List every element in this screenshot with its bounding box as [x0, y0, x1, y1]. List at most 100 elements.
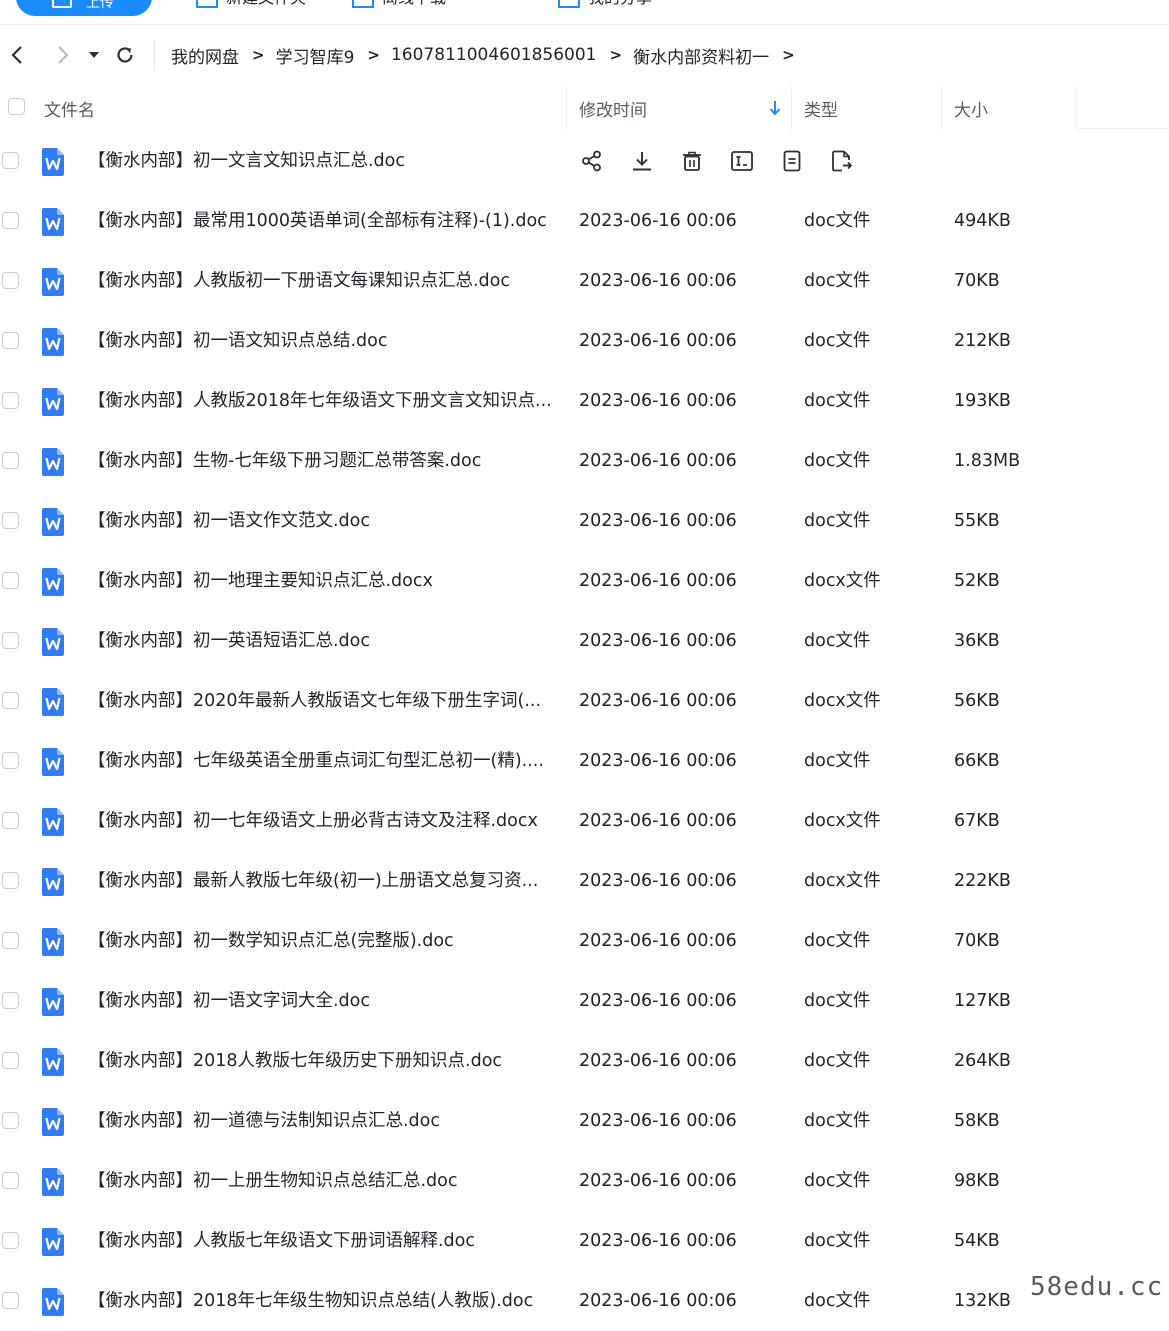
file-row[interactable]: 【衡水内部】初一语文字词大全.doc 2023-06-16 00:06 doc文件 1…: [0, 971, 1169, 1031]
file-name[interactable]: 【衡水内部】七年级英语全册重点词汇句型汇总初一(精)....: [88, 731, 544, 791]
file-type: docx文件: [804, 871, 881, 891]
file-name[interactable]: 【衡水内部】初一道德与法制知识点汇总.doc: [88, 1091, 440, 1151]
column-name[interactable]: 文件名: [44, 86, 95, 130]
column-type[interactable]: 类型: [804, 86, 838, 130]
file-size: 58KB: [954, 1111, 1000, 1131]
row-checkbox[interactable]: [2, 272, 19, 289]
row-checkbox[interactable]: [2, 332, 19, 349]
file-name[interactable]: 【衡水内部】初一语文作文范文.doc: [88, 491, 370, 551]
file-row[interactable]: 【衡水内部】人教版2018年七年级语文下册文言文知识点... 2023-06-16…: [0, 371, 1169, 431]
back-button[interactable]: [2, 45, 32, 65]
download-button[interactable]: [629, 148, 655, 174]
file-row[interactable]: 【衡水内部】初一数学知识点汇总(完整版).doc 2023-06-16 00:06…: [0, 911, 1169, 971]
word-doc-icon: [40, 1287, 66, 1317]
column-divider[interactable]: [791, 86, 792, 130]
file-row[interactable]: 【衡水内部】2018人教版七年级历史下册知识点.doc 2023-06-16 00…: [0, 1031, 1169, 1091]
file-name[interactable]: 【衡水内部】初一上册生物知识点总结汇总.doc: [88, 1151, 458, 1211]
row-checkbox[interactable]: [2, 1112, 19, 1129]
column-size[interactable]: 大小: [954, 86, 988, 130]
row-checkbox[interactable]: [2, 452, 19, 469]
file-mtime: 2023-06-16 00:06: [579, 211, 737, 231]
breadcrumb-item-id[interactable]: 1607811004601856001: [391, 45, 597, 65]
row-checkbox[interactable]: [2, 212, 19, 229]
row-checkbox[interactable]: [2, 1052, 19, 1069]
row-checkbox[interactable]: [2, 1292, 19, 1309]
column-mtime[interactable]: 修改时间: [579, 86, 785, 130]
file-name[interactable]: 【衡水内部】初一英语短语汇总.doc: [88, 611, 370, 671]
file-name[interactable]: 【衡水内部】2020年最新人教版语文七年级下册生字词(...: [88, 671, 541, 731]
file-name[interactable]: 【衡水内部】人教版2018年七年级语文下册文言文知识点...: [88, 371, 552, 431]
file-name[interactable]: 【衡水内部】2018年七年级生物知识点总结(人教版).doc: [88, 1271, 533, 1331]
file-row[interactable]: 【衡水内部】初一道德与法制知识点汇总.doc 2023-06-16 00:06 do…: [0, 1091, 1169, 1151]
file-row[interactable]: 【衡水内部】初一上册生物知识点总结汇总.doc 2023-06-16 00:06 d…: [0, 1151, 1169, 1211]
file-mtime: 2023-06-16 00:06: [579, 1171, 737, 1191]
file-name[interactable]: 【衡水内部】2018人教版七年级历史下册知识点.doc: [88, 1031, 502, 1091]
row-checkbox[interactable]: [2, 392, 19, 409]
file-name[interactable]: 【衡水内部】人教版七年级语文下册词语解释.doc: [88, 1211, 475, 1271]
my-share-button[interactable]: 我的分享: [558, 0, 652, 8]
file-size: 70KB: [954, 271, 1000, 291]
file-type: doc文件: [804, 1111, 871, 1131]
row-checkbox[interactable]: [2, 812, 19, 829]
file-row[interactable]: 【衡水内部】初一地理主要知识点汇总.docx 2023-06-16 00:06 do…: [0, 551, 1169, 611]
row-checkbox[interactable]: [2, 632, 19, 649]
row-checkbox[interactable]: [2, 872, 19, 889]
file-row[interactable]: 【衡水内部】初一语文作文范文.doc 2023-06-16 00:06 doc文件 5…: [0, 491, 1169, 551]
file-name[interactable]: 【衡水内部】初一数学知识点汇总(完整版).doc: [88, 911, 454, 971]
row-checkbox[interactable]: [2, 512, 19, 529]
share-button[interactable]: [579, 148, 605, 174]
file-name[interactable]: 【衡水内部】初一语文字词大全.doc: [88, 971, 370, 1031]
select-all-checkbox[interactable]: [8, 98, 25, 115]
file-name[interactable]: 【衡水内部】初一地理主要知识点汇总.docx: [88, 551, 433, 611]
file-row[interactable]: 【衡水内部】最常用1000英语单词(全部标有注释)-(1).doc 2023-06…: [0, 191, 1169, 251]
breadcrumb-item-root[interactable]: 我的网盘: [171, 43, 239, 68]
file-name[interactable]: 【衡水内部】初一文言文知识点汇总.doc: [88, 131, 405, 191]
history-dropdown[interactable]: [84, 51, 104, 59]
file-size: 67KB: [954, 811, 1000, 831]
file-row[interactable]: 【衡水内部】2018年七年级生物知识点总结(人教版).doc 2023-06-16…: [0, 1271, 1169, 1331]
row-checkbox[interactable]: [2, 1232, 19, 1249]
column-divider[interactable]: [566, 86, 567, 130]
file-row[interactable]: 【衡水内部】初一语文知识点总结.doc 2023-06-16 00:06 doc文件…: [0, 311, 1169, 371]
file-name[interactable]: 【衡水内部】最常用1000英语单词(全部标有注释)-(1).doc: [88, 191, 547, 251]
my-share-label: 我的分享: [588, 0, 652, 8]
file-mtime: 2023-06-16 00:06: [579, 991, 737, 1011]
upload-button[interactable]: 上传: [16, 0, 152, 16]
row-checkbox[interactable]: [2, 992, 19, 1009]
column-divider[interactable]: [1076, 86, 1077, 130]
row-checkbox[interactable]: [2, 152, 19, 169]
file-name[interactable]: 【衡水内部】初一七年级语文上册必背古诗文及注释.docx: [88, 791, 538, 851]
row-checkbox[interactable]: [2, 572, 19, 589]
row-checkbox[interactable]: [2, 932, 19, 949]
file-row[interactable]: 【衡水内部】初一英语短语汇总.doc 2023-06-16 00:06 doc文件 3…: [0, 611, 1169, 671]
file-type: doc文件: [804, 631, 871, 651]
new-folder-button[interactable]: 新建文件夹: [196, 0, 306, 8]
file-row[interactable]: 【衡水内部】生物-七年级下册习题汇总带答案.doc 2023-06-16 00:0…: [0, 431, 1169, 491]
file-name[interactable]: 【衡水内部】生物-七年级下册习题汇总带答案.doc: [88, 431, 481, 491]
copy-button[interactable]: [779, 148, 805, 174]
breadcrumb-item-library[interactable]: 学习智库9: [276, 43, 355, 68]
file-row[interactable]: 【衡水内部】初一七年级语文上册必背古诗文及注释.docx 2023-06-16 0…: [0, 791, 1169, 851]
file-mtime: 2023-06-16 00:06: [579, 691, 737, 711]
rename-button[interactable]: [729, 148, 755, 174]
row-checkbox[interactable]: [2, 752, 19, 769]
row-checkbox[interactable]: [2, 692, 19, 709]
move-button[interactable]: [829, 148, 855, 174]
file-row[interactable]: 【衡水内部】初一文言文知识点汇总.doc: [0, 131, 1169, 191]
file-row[interactable]: 【衡水内部】人教版初一下册语文每课知识点汇总.doc 2023-06-16 00:…: [0, 251, 1169, 311]
forward-button[interactable]: [48, 45, 78, 65]
file-row[interactable]: 【衡水内部】最新人教版七年级(初一)上册语文总复习资... 2023-06-16 …: [0, 851, 1169, 911]
offline-download-button[interactable]: 离线下载: [352, 0, 446, 8]
file-name[interactable]: 【衡水内部】人教版初一下册语文每课知识点汇总.doc: [88, 251, 510, 311]
column-divider[interactable]: [941, 86, 942, 130]
file-row[interactable]: 【衡水内部】人教版七年级语文下册词语解释.doc 2023-06-16 00:06…: [0, 1211, 1169, 1271]
file-name[interactable]: 【衡水内部】最新人教版七年级(初一)上册语文总复习资...: [88, 851, 538, 911]
breadcrumb-item-current[interactable]: 衡水内部资料初一: [633, 43, 769, 68]
file-row[interactable]: 【衡水内部】七年级英语全册重点词汇句型汇总初一(精).... 2023-06-16…: [0, 731, 1169, 791]
file-row[interactable]: 【衡水内部】2020年最新人教版语文七年级下册生字词(... 2023-06-16…: [0, 671, 1169, 731]
refresh-button[interactable]: [110, 45, 140, 65]
file-mtime: 2023-06-16 00:06: [579, 511, 737, 531]
delete-button[interactable]: [679, 148, 705, 174]
row-checkbox[interactable]: [2, 1172, 19, 1189]
file-name[interactable]: 【衡水内部】初一语文知识点总结.doc: [88, 311, 388, 371]
